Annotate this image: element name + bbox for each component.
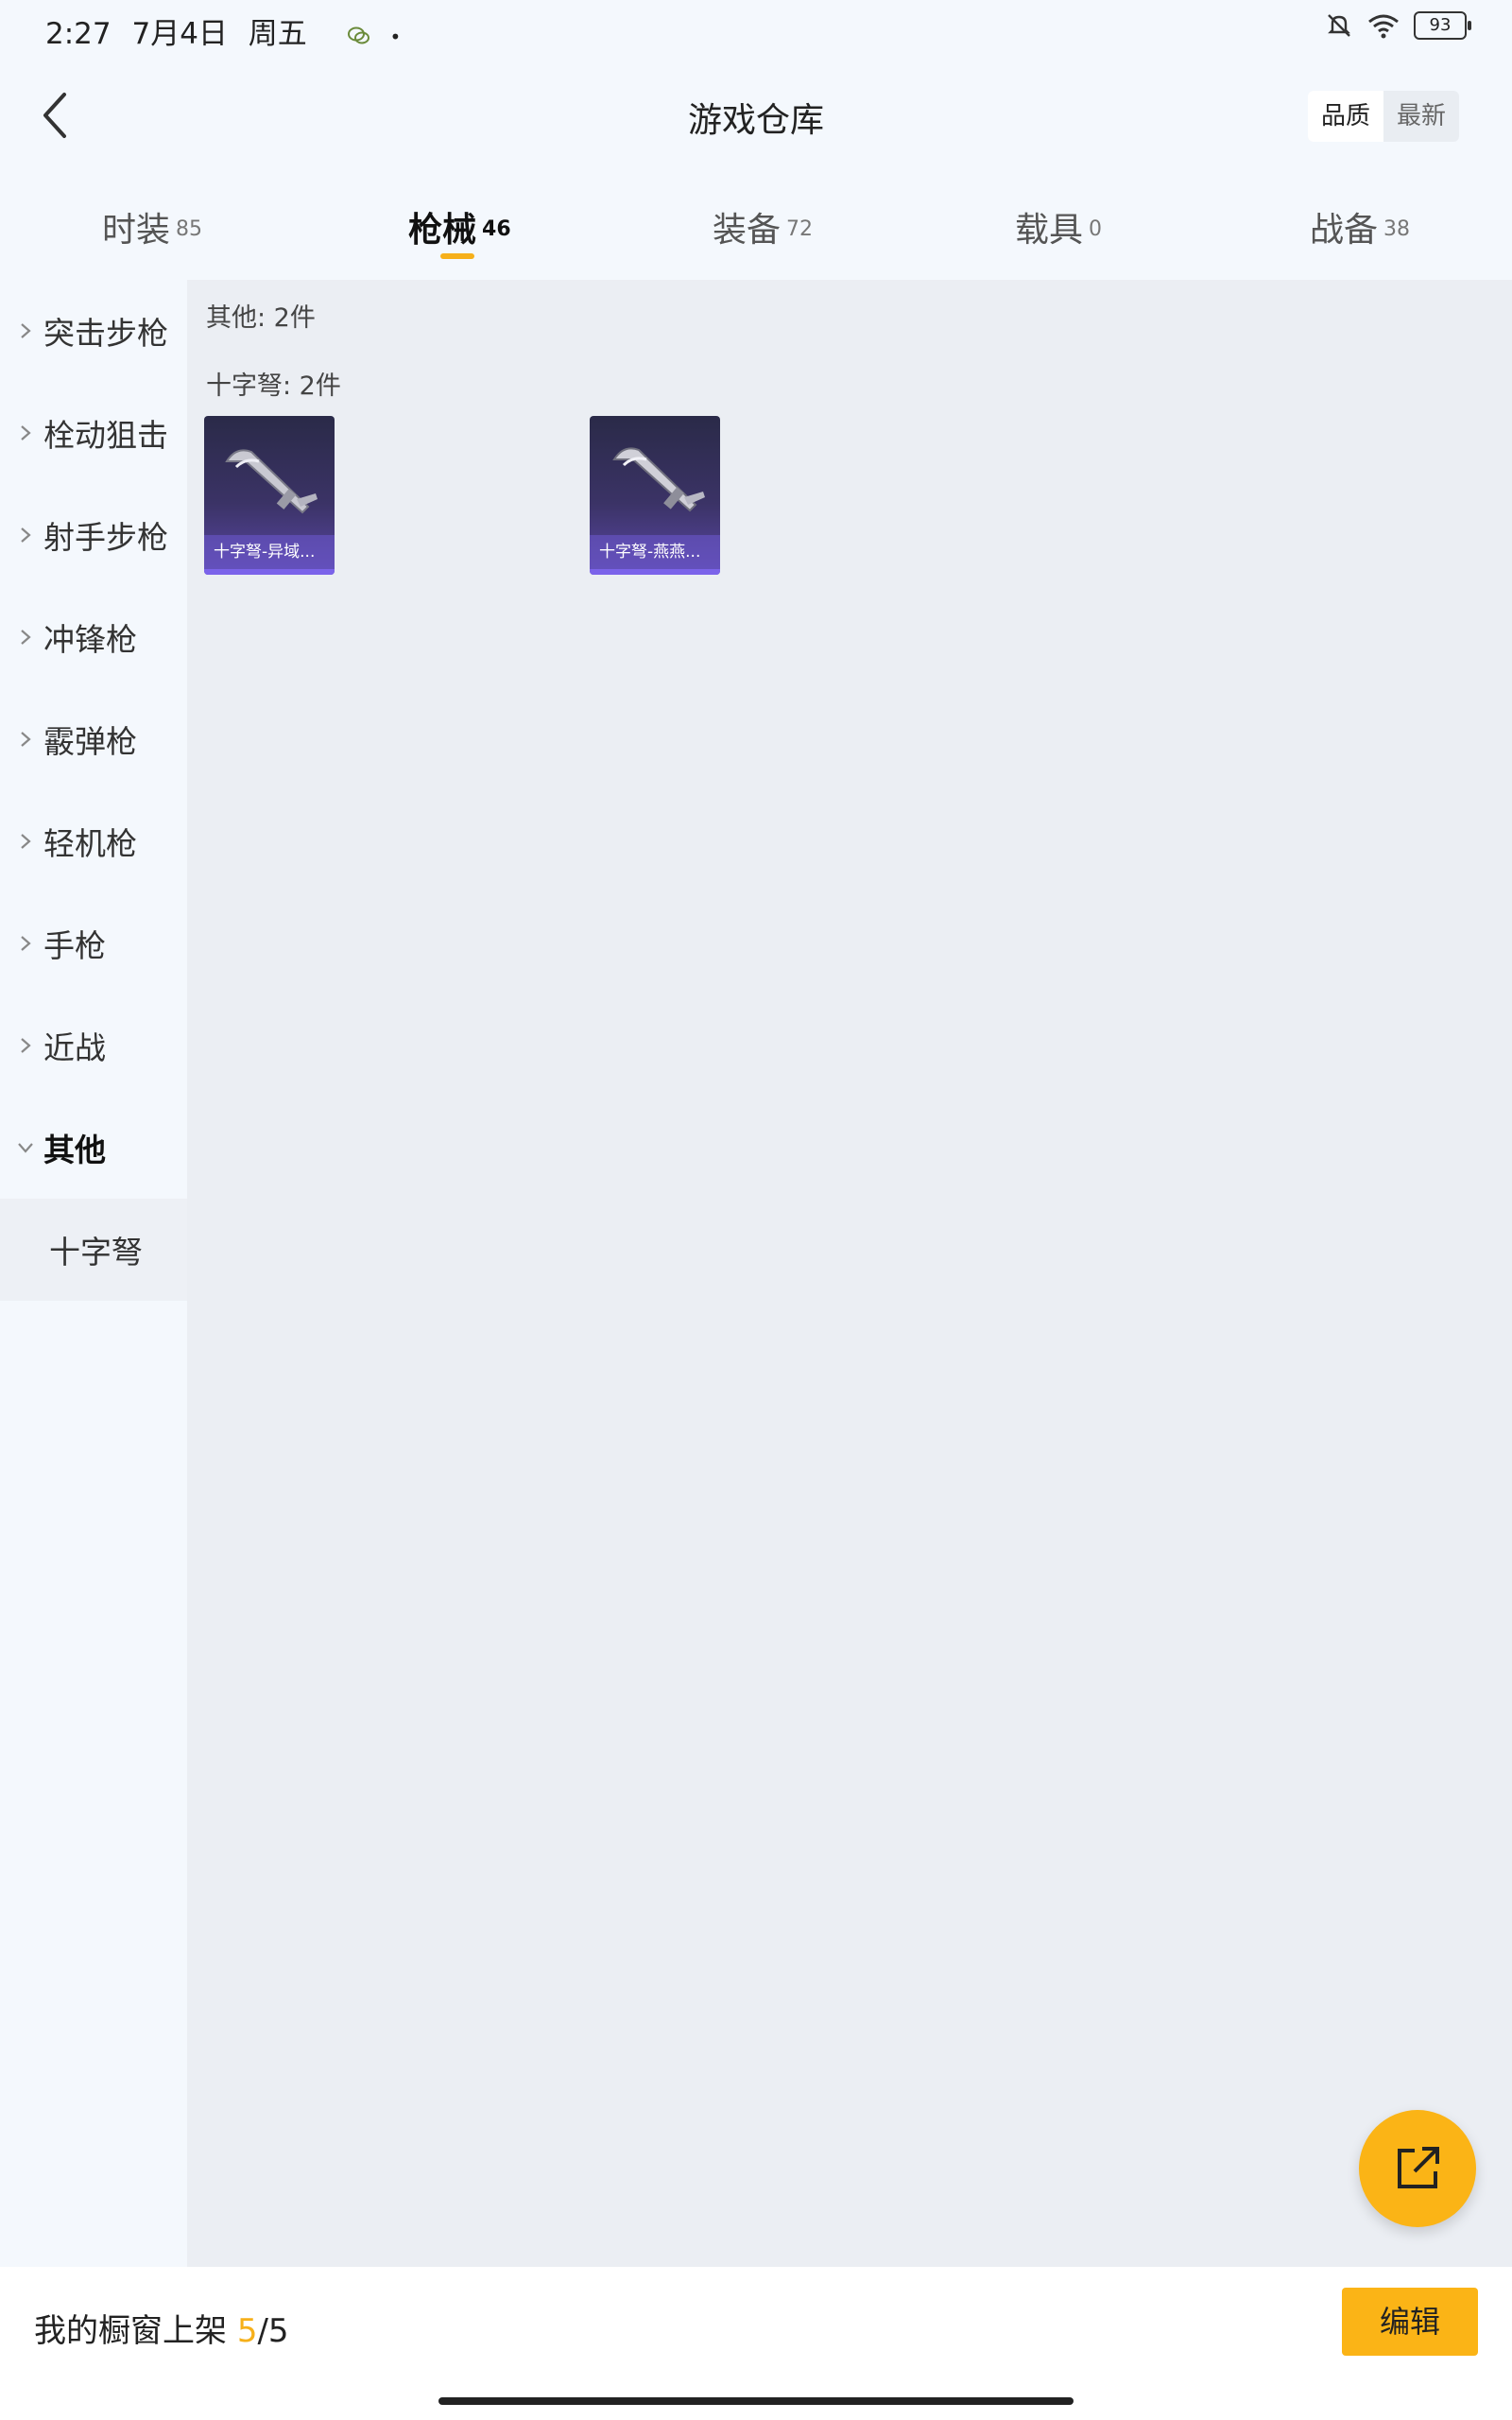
sidebar-item-label: 突击步枪 [43,315,168,352]
tab-count: 38 [1383,217,1411,241]
item-grid-area: 其他: 2件 十字弩: 2件 十字弩-异域... 十字弩-燕燕... [187,280,1512,2267]
sidebar-item-label: 近战 [43,1029,106,1066]
chevron-right-icon [21,630,31,645]
external-link-icon [1398,2147,1439,2188]
page-title: 游戏仓库 [687,101,824,140]
crossbow-icon [225,449,318,514]
chevron-right-icon [21,527,31,543]
chevron-right-icon [21,834,31,849]
item-card[interactable]: 十字弩-异域... [204,416,335,575]
chevron-right-icon [21,732,31,747]
tab-fashion[interactable]: 时装 85 [102,202,202,251]
crossbow-icon [612,447,705,512]
status-dot-icon: • [389,26,402,48]
bell-muted-icon [1328,14,1350,37]
sidebar-item-label: 射手步枪 [43,519,168,556]
battery-icon: 93 [1414,11,1471,40]
tab-label: 战备 [1310,211,1379,250]
chevron-right-icon [21,1038,31,1053]
sidebar-item-melee[interactable]: 近战 [0,994,187,1097]
status-bar: 2:27 7月4日 周五 • 93 [0,0,1512,57]
tab-count: 85 [176,217,203,241]
weapon-category-sidebar: 突击步枪 栓动狙击 射手步枪 冲锋枪 霰弹枪 轻机枪 手枪 近战 其他 十字弩 [0,280,187,1301]
sidebar-item-label: 栓动狙击 [43,417,168,454]
sort-toggle[interactable]: 品质 最新 [1307,91,1459,142]
bottom-bar: 我的橱窗上架 5/5 编辑 [0,2267,1512,2420]
chevron-right-icon [21,936,31,951]
sidebar-item-assault-rifle[interactable]: 突击步枪 [0,280,187,382]
chevron-down-icon [18,1143,33,1153]
tab-count: 72 [786,217,814,241]
tab-battle-gear[interactable]: 战备 38 [1310,202,1410,251]
wifi-icon [1368,14,1399,39]
tab-label: 载具 [1015,211,1084,250]
item-card-caption: 十字弩-异域... [204,535,335,569]
tab-count: 0 [1089,217,1103,241]
chevron-right-icon [21,323,31,338]
sidebar-item-bolt-sniper[interactable]: 栓动狙击 [0,382,187,484]
status-time: 2:27 [45,17,112,51]
sidebar-item-pistol[interactable]: 手枪 [0,892,187,994]
active-tab-indicator [440,253,474,259]
status-left: 2:27 7月4日 周五 • [45,9,412,52]
sidebar-item-label: 手枪 [43,927,106,964]
item-card[interactable]: 十字弩-燕燕... [590,416,720,575]
tab-label: 枪械 [408,211,477,250]
tab-firearms[interactable]: 枪械 46 [408,202,511,251]
sidebar-item-label: 轻机枪 [43,825,137,862]
sidebar-item-smg[interactable]: 冲锋枪 [0,586,187,688]
sidebar-item-label: 其他 [43,1132,106,1168]
status-date: 7月4日 [131,17,228,51]
showcase-current-count: 5 [236,2312,258,2350]
rarity-bar [590,569,720,575]
wechat-icon [347,26,369,43]
sort-newest-button[interactable]: 最新 [1383,91,1459,142]
tab-label: 装备 [713,211,782,250]
share-button[interactable] [1359,2110,1476,2227]
showcase-total-count: /5 [257,2312,289,2350]
tab-label: 时装 [102,211,171,250]
showcase-status: 我的橱窗上架 5/5 [34,2305,289,2351]
tab-vehicles[interactable]: 载具 0 [1015,202,1102,251]
sidebar-item-marksman-rifle[interactable]: 射手步枪 [0,484,187,586]
sidebar-item-label: 霰弹枪 [43,723,137,760]
showcase-label: 我的橱窗上架 [34,2312,227,2350]
status-weekday: 周五 [248,17,307,51]
sidebar-item-label: 冲锋枪 [43,621,137,658]
item-card-caption: 十字弩-燕燕... [590,535,720,569]
chevron-right-icon [21,425,31,441]
sidebar-item-lmg[interactable]: 轻机枪 [0,790,187,892]
category-tabs: 时装 85 枪械 46 装备 72 载具 0 战备 38 [0,174,1512,278]
sidebar-item-other[interactable]: 其他 [0,1097,187,1199]
home-indicator[interactable] [438,2397,1074,2405]
tab-count: 46 [482,217,511,241]
group-label-other: 其他: 2件 [206,303,316,333]
header: 游戏仓库 品质 最新 [0,57,1512,174]
status-right: 93 [1325,11,1471,40]
sidebar-item-shotgun[interactable]: 霰弹枪 [0,688,187,790]
tab-equipment[interactable]: 装备 72 [713,202,813,251]
sidebar-subitem-crossbow[interactable]: 十字弩 [0,1199,187,1301]
sort-quality-button[interactable]: 品质 [1307,91,1383,142]
edit-button[interactable]: 编辑 [1342,2288,1478,2356]
group-label-crossbow: 十字弩: 2件 [206,372,341,401]
rarity-bar [204,569,335,575]
